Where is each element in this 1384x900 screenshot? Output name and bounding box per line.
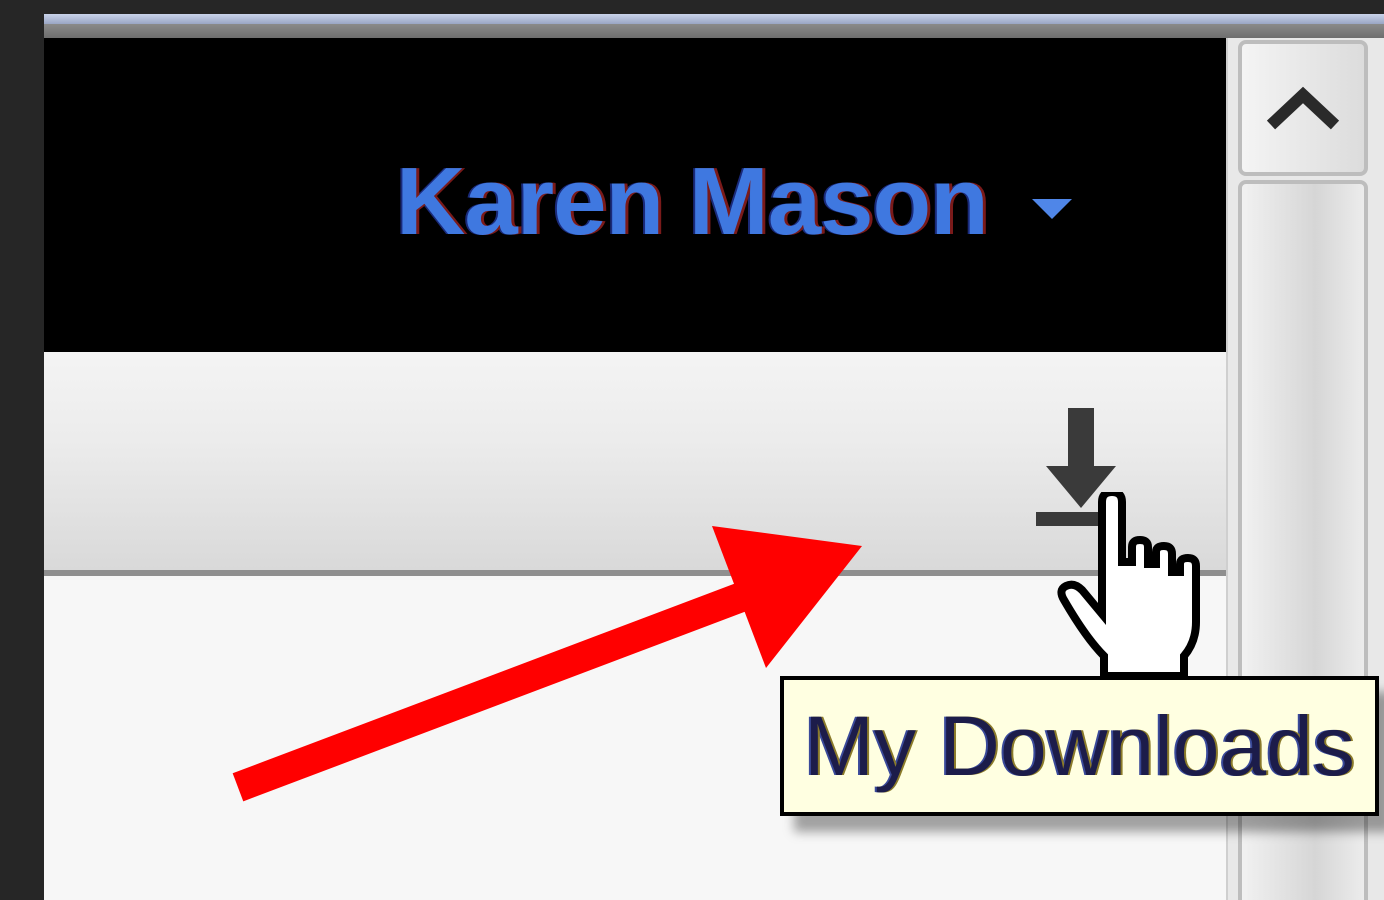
tooltip-text: My Downloads [804, 698, 1355, 793]
download-icon [1036, 408, 1126, 526]
site-header: Karen Mason [44, 38, 1226, 352]
caret-down-icon[interactable] [1031, 199, 1072, 219]
scroll-up-button[interactable] [1238, 40, 1368, 176]
window-title-accent [44, 14, 1384, 24]
user-name[interactable]: Karen Mason [396, 154, 989, 250]
window-top-frame [0, 0, 1384, 14]
window-title-shadow [44, 24, 1384, 38]
user-menu[interactable]: Karen Mason [396, 154, 1072, 250]
tooltip: My Downloads [780, 676, 1379, 816]
my-downloads-button[interactable] [1034, 408, 1128, 536]
window-left-frame [0, 0, 44, 900]
chevron-up-icon [1266, 86, 1340, 130]
